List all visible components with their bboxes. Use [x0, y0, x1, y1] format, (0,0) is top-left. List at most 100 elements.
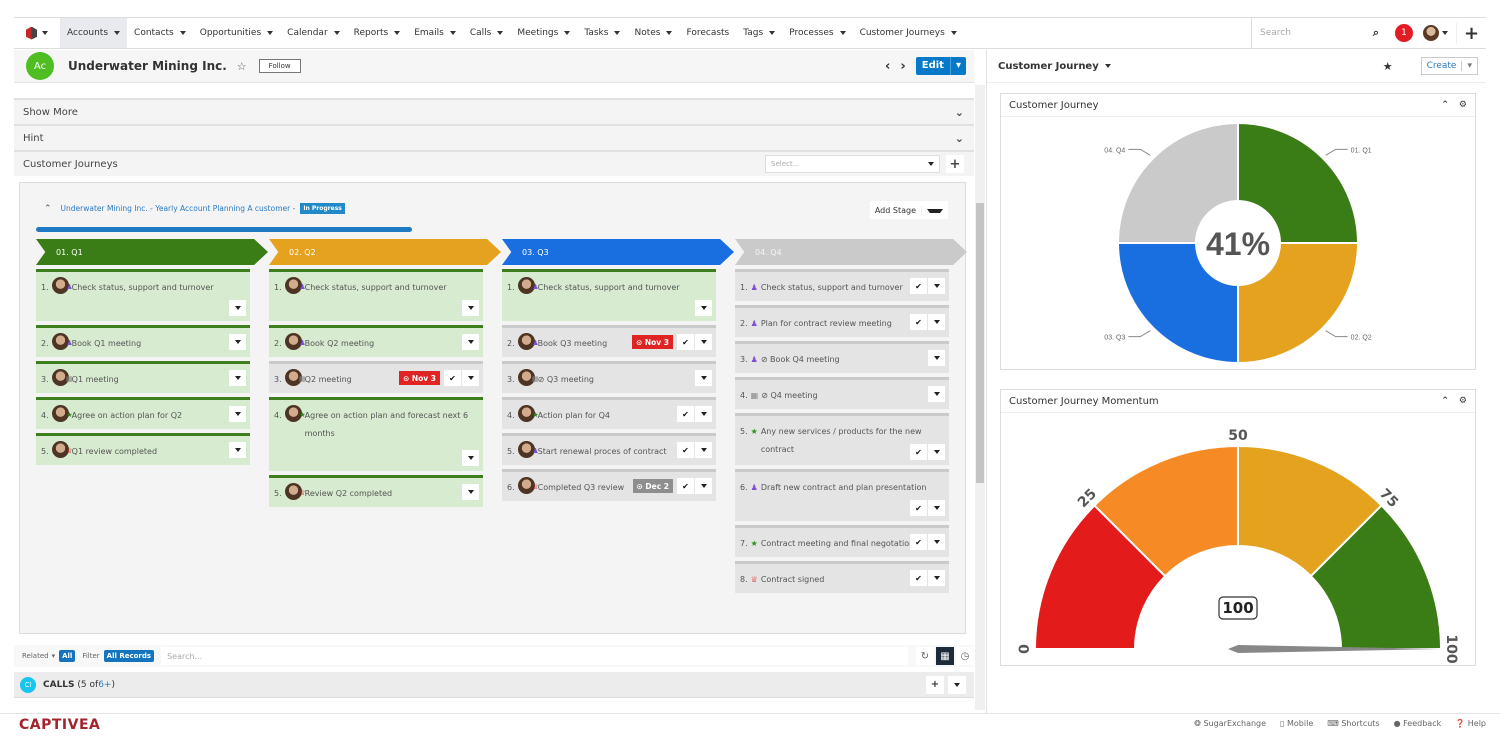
complete-check-button[interactable]: ✔ [910, 570, 927, 586]
task-actions-dropdown[interactable] [928, 534, 945, 550]
task-card[interactable]: 6. ♟ Draft new contract and plan presentat… [735, 469, 949, 521]
collapse-icon[interactable]: ⌃ [44, 204, 52, 214]
task-actions-dropdown[interactable] [928, 278, 945, 294]
follow-button[interactable]: Follow [258, 59, 301, 73]
task-card[interactable]: 4. ★ Action plan for Q4 ✔ [502, 397, 716, 429]
task-card[interactable]: 5. ♕ Q1 review completed [36, 433, 250, 465]
stage-header[interactable]: 02. Q2 [269, 239, 501, 265]
chevron-down-icon[interactable] [449, 31, 456, 35]
task-actions-dropdown[interactable] [928, 500, 945, 516]
task-card[interactable]: 5. ★ Any new services / products for the n… [735, 413, 949, 465]
complete-check-button[interactable]: ✔ [444, 370, 461, 386]
task-card[interactable]: 7. ★ Contract meeting and final negotation… [735, 525, 949, 557]
nav-item-emails[interactable]: Emails [407, 18, 463, 48]
task-card[interactable]: 2. ♟ Book Q2 meeting [269, 325, 483, 357]
footer-link-shortcuts[interactable]: ⌨ Shortcuts [1327, 719, 1379, 728]
complete-check-button[interactable]: ✔ [910, 500, 927, 516]
task-actions-dropdown[interactable] [695, 478, 712, 494]
add-stage-button[interactable]: Add Stage [870, 206, 921, 215]
journey-template-select[interactable]: Select... [765, 155, 940, 173]
edit-actions-dropdown[interactable]: ▾ [949, 57, 966, 75]
footer-link-mobile[interactable]: ▯ Mobile [1280, 719, 1313, 728]
favorite-star-icon[interactable]: ★ [1383, 60, 1393, 73]
related-dropdown[interactable]: Related [22, 652, 49, 660]
notifications-badge[interactable]: 1 [1395, 24, 1413, 42]
task-actions-dropdown[interactable] [462, 484, 479, 500]
add-call-button[interactable]: + [926, 675, 944, 694]
task-card[interactable]: 1. ♟ Check status, support and turnover [269, 269, 483, 321]
app-logo-menu[interactable] [14, 26, 60, 40]
favorite-star-icon[interactable]: ☆ [237, 60, 247, 73]
task-actions-dropdown[interactable] [229, 300, 246, 316]
scrollbar-thumb[interactable] [976, 203, 984, 483]
task-actions-dropdown[interactable] [229, 442, 246, 458]
chevron-down-icon[interactable] [179, 31, 186, 35]
complete-check-button[interactable]: ✔ [677, 334, 694, 350]
gear-icon[interactable]: ⚙ [1459, 100, 1467, 110]
chevron-down-icon[interactable] [333, 31, 340, 35]
task-actions-dropdown[interactable] [695, 334, 712, 350]
task-card[interactable]: 8. ♕ Contract signed ✔ [735, 561, 949, 593]
quick-create-button[interactable]: + [1456, 22, 1486, 44]
task-actions-dropdown[interactable] [928, 314, 945, 330]
task-actions-dropdown[interactable] [928, 570, 945, 586]
chevron-down-icon[interactable] [114, 31, 121, 35]
search-icon[interactable]: ⌕ [1361, 26, 1391, 40]
dashboard-title[interactable]: Customer Journey [998, 61, 1099, 72]
chevron-down-icon[interactable] [614, 31, 621, 35]
stage-header[interactable]: 01. Q1 [36, 239, 268, 265]
chevron-down-icon[interactable]: ⌄ [955, 106, 964, 119]
nav-item-tags[interactable]: Tags [736, 18, 782, 48]
task-actions-dropdown[interactable] [462, 450, 479, 466]
task-card[interactable]: 2. ♟ Book Q1 meeting [36, 325, 250, 357]
task-card[interactable]: 1. ♟ Check status, support and turnover [36, 269, 250, 321]
task-actions-dropdown[interactable] [695, 300, 712, 316]
related-all-badge[interactable]: All [59, 650, 76, 662]
edit-button[interactable]: Edit [916, 57, 950, 75]
subpanel-search-input[interactable]: Search... [161, 647, 908, 665]
footer-link-feedback[interactable]: ● Feedback [1394, 719, 1442, 728]
task-card[interactable]: 3. ♟ ⊘ Book Q4 meeting [735, 341, 949, 373]
task-card[interactable]: 4. ★ Agree on action plan for Q2 [36, 397, 250, 429]
nav-item-contacts[interactable]: Contacts [127, 18, 193, 48]
task-card[interactable]: 5. ♕ Review Q2 completed [269, 475, 483, 507]
gear-icon[interactable]: ⚙ [1459, 396, 1467, 406]
complete-check-button[interactable]: ✔ [677, 442, 694, 458]
footer-link-sugarexchange[interactable]: ❂ SugarExchange [1194, 719, 1266, 728]
task-card[interactable]: 1. ♟ Check status, support and turnover ✔ [735, 269, 949, 301]
task-card[interactable]: 3. ▦ Q1 meeting [36, 361, 250, 393]
chevron-down-icon[interactable] [769, 31, 776, 35]
complete-check-button[interactable]: ✔ [910, 534, 927, 550]
nav-item-accounts[interactable]: Accounts [60, 18, 128, 48]
task-card[interactable]: 2. ♟ Book Q3 meeting ⊙ Nov 3 ✔ [502, 325, 716, 357]
complete-check-button[interactable]: ✔ [910, 444, 927, 460]
calls-count-link[interactable]: 6+ [98, 680, 111, 690]
complete-check-button[interactable]: ✔ [677, 406, 694, 422]
hint-panel[interactable]: Hint ⌄ [14, 124, 974, 150]
table-view-icon[interactable]: ▦ [936, 647, 954, 665]
nav-item-customer-journeys[interactable]: Customer Journeys [853, 18, 964, 48]
task-actions-dropdown[interactable] [695, 442, 712, 458]
task-card[interactable]: 4. ★ Agree on action plan and forecast nex… [269, 397, 483, 471]
task-card[interactable]: 6. ♕ Completed Q3 review ⊙ Dec 2 ✔ [502, 469, 716, 501]
chevron-down-icon[interactable] [394, 31, 401, 35]
nav-item-calls[interactable]: Calls [463, 18, 511, 48]
chevron-down-icon[interactable] [666, 31, 673, 35]
task-actions-dropdown[interactable] [928, 350, 945, 366]
task-actions-dropdown[interactable] [462, 300, 479, 316]
create-dropdown[interactable]: ▾ [1461, 61, 1477, 71]
task-card[interactable]: 1. ♟ Check status, support and turnover [502, 269, 716, 321]
user-avatar[interactable] [1423, 25, 1439, 41]
task-actions-dropdown[interactable] [462, 370, 479, 386]
nav-item-forecasts[interactable]: Forecasts [679, 18, 736, 48]
task-actions-dropdown[interactable] [229, 406, 246, 422]
complete-check-button[interactable]: ✔ [677, 478, 694, 494]
chevron-down-icon[interactable] [950, 31, 957, 35]
stage-header[interactable]: 04. Q4 [735, 239, 967, 265]
calls-actions-dropdown[interactable] [948, 675, 966, 694]
nav-item-calendar[interactable]: Calendar [280, 18, 346, 48]
task-card[interactable]: 2. ♟ Plan for contract review meeting ✔ [735, 305, 949, 337]
task-actions-dropdown[interactable] [695, 370, 712, 386]
nav-item-tasks[interactable]: Tasks [577, 18, 627, 48]
task-actions-dropdown[interactable] [928, 444, 945, 460]
